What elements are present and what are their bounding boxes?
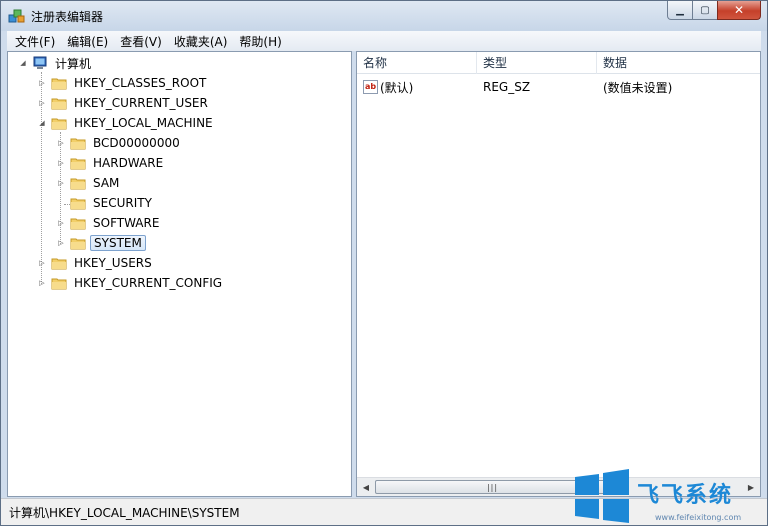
- tree-item-system[interactable]: ▷ SYSTEM: [56, 234, 146, 252]
- tree-label: BCD00000000: [93, 136, 180, 150]
- tree-item-security[interactable]: SECURITY: [56, 194, 155, 212]
- folder-icon: [70, 238, 86, 250]
- watermark-text: 飞飞系统: [637, 483, 734, 508]
- column-header-data[interactable]: 数据: [597, 52, 760, 74]
- expand-icon[interactable]: ▷: [56, 218, 66, 228]
- tree-label: HKEY_CLASSES_ROOT: [74, 76, 207, 90]
- tree-item-hkey-users[interactable]: ▷ HKEY_USERS: [37, 254, 155, 272]
- expand-icon[interactable]: ▷: [56, 238, 66, 248]
- menu-help[interactable]: 帮助(H): [233, 31, 287, 52]
- tree-item-sam[interactable]: ▷ SAM: [56, 174, 122, 192]
- list-header: 名称 类型 数据: [357, 52, 760, 74]
- tree-item-computer[interactable]: ◢ 计算机: [18, 54, 94, 72]
- registry-editor-window: 注册表编辑器 ▁ ▢ ✕ 文件(F) 编辑(E) 查看(V) 收藏夹(A) 帮助…: [0, 0, 768, 526]
- value-data: (数值未设置): [603, 80, 673, 95]
- title-bar[interactable]: 注册表编辑器 ▁ ▢ ✕: [1, 1, 767, 31]
- expand-icon[interactable]: ▷: [56, 178, 66, 188]
- expand-icon[interactable]: ▷: [56, 138, 66, 148]
- tree-label: SECURITY: [93, 196, 152, 210]
- windows-logo-icon: [575, 469, 629, 523]
- folder-icon: [51, 278, 67, 290]
- menu-edit[interactable]: 编辑(E): [61, 31, 114, 52]
- folder-icon: [70, 178, 86, 190]
- tree-label: SOFTWARE: [93, 216, 160, 230]
- watermark: 飞飞系统 www.feifeixitong.com: [573, 469, 768, 525]
- menu-favorites[interactable]: 收藏夹(A): [168, 31, 234, 52]
- tree-item-software[interactable]: ▷ SOFTWARE: [56, 214, 162, 232]
- menu-bar: 文件(F) 编辑(E) 查看(V) 收藏夹(A) 帮助(H): [7, 31, 761, 51]
- folder-icon: [51, 78, 67, 90]
- expand-icon[interactable]: ▷: [37, 278, 47, 288]
- collapse-icon[interactable]: ◢: [37, 118, 47, 128]
- status-path: 计算机\HKEY_LOCAL_MACHINE\SYSTEM: [9, 505, 240, 520]
- value-name: (默认): [380, 80, 414, 95]
- folder-icon: [51, 118, 67, 130]
- tree-item-hkey-current-config[interactable]: ▷ HKEY_CURRENT_CONFIG: [37, 274, 225, 292]
- regedit-icon: [8, 9, 25, 23]
- values-list-pane[interactable]: 名称 类型 数据 ab (默认) REG_SZ (数值未设置) ◀ ||| ▶: [356, 51, 761, 497]
- expand-icon[interactable]: ▷: [37, 258, 47, 268]
- watermark-url: www.feifeixitong.com: [655, 513, 742, 522]
- maximize-icon: ▢: [700, 4, 710, 16]
- no-expand-spacer: [56, 198, 66, 208]
- folder-icon: [51, 98, 67, 110]
- folder-icon: [51, 258, 67, 270]
- tree-item-hkey-classes-root[interactable]: ▷ HKEY_CLASSES_ROOT: [37, 74, 209, 92]
- key-tree-pane[interactable]: ◢ 计算机 ▷ HKEY_CLASSES_ROOT ▷ HKEY_CURRENT…: [7, 51, 352, 497]
- maximize-button[interactable]: ▢: [692, 1, 718, 20]
- tree-item-bcd00000000[interactable]: ▷ BCD00000000: [56, 134, 183, 152]
- close-button[interactable]: ✕: [717, 1, 761, 20]
- menu-view[interactable]: 查看(V): [114, 31, 168, 52]
- expand-icon[interactable]: ▷: [56, 158, 66, 168]
- tree-item-hardware[interactable]: ▷ HARDWARE: [56, 154, 166, 172]
- tree-item-hkey-current-user[interactable]: ▷ HKEY_CURRENT_USER: [37, 94, 211, 112]
- folder-icon: [70, 138, 86, 150]
- tree-label: HKEY_LOCAL_MACHINE: [74, 116, 213, 130]
- column-header-type[interactable]: 类型: [477, 52, 597, 74]
- tree-item-hkey-local-machine[interactable]: ◢ HKEY_LOCAL_MACHINE: [37, 114, 216, 132]
- tree-label-selected: SYSTEM: [90, 235, 146, 251]
- value-name-cell: ab (默认): [357, 79, 477, 96]
- folder-icon: [70, 198, 86, 210]
- minimize-icon: ▁: [676, 4, 684, 16]
- column-header-name[interactable]: 名称: [357, 52, 477, 74]
- string-value-icon: ab: [363, 80, 378, 94]
- folder-icon: [70, 218, 86, 230]
- close-icon: ✕: [733, 3, 745, 17]
- tree-label: 计算机: [55, 56, 92, 71]
- minimize-button[interactable]: ▁: [667, 1, 693, 20]
- window-title: 注册表编辑器: [31, 10, 104, 24]
- expand-icon[interactable]: ▷: [37, 78, 47, 88]
- tree-label: HKEY_CURRENT_USER: [74, 96, 208, 110]
- computer-icon: [33, 56, 47, 69]
- scroll-left-icon[interactable]: ◀: [358, 480, 374, 494]
- tree-label: HKEY_USERS: [74, 256, 152, 270]
- menu-file[interactable]: 文件(F): [9, 31, 61, 52]
- grip-icon: |||: [486, 482, 499, 492]
- expand-icon[interactable]: ▷: [37, 98, 47, 108]
- tree-label: HARDWARE: [93, 156, 164, 170]
- tree-label: SAM: [93, 176, 120, 190]
- collapse-icon[interactable]: ◢: [18, 58, 28, 68]
- tree-label: HKEY_CURRENT_CONFIG: [74, 276, 223, 290]
- folder-icon: [70, 158, 86, 170]
- list-item[interactable]: ab (默认) REG_SZ (数值未设置): [357, 78, 760, 96]
- value-type: REG_SZ: [483, 80, 531, 94]
- caption-buttons: ▁ ▢ ✕: [667, 1, 761, 21]
